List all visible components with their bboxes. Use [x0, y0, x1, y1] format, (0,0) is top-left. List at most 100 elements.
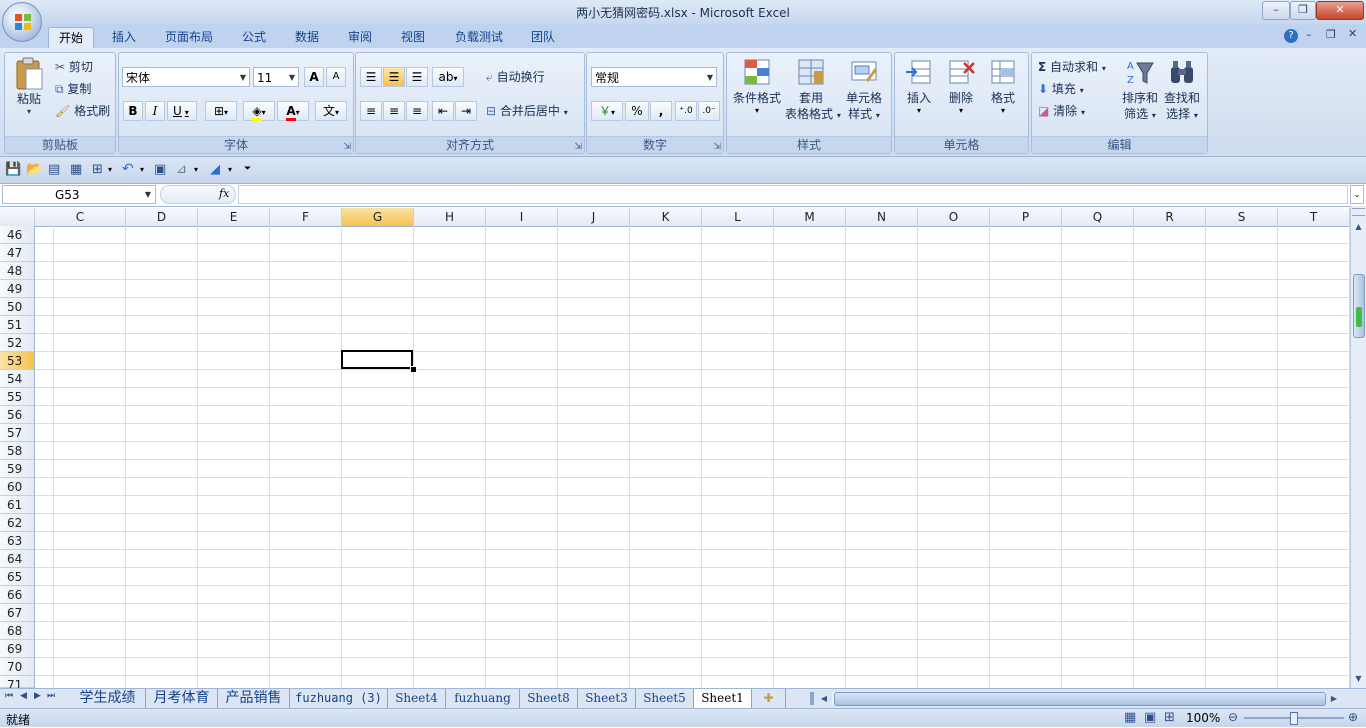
column-header[interactable]: E: [198, 208, 270, 226]
chevron-down-icon[interactable]: ▾: [228, 165, 232, 174]
font-name-combo[interactable]: 宋体 ▼: [122, 67, 250, 87]
column-header[interactable]: R: [1134, 208, 1206, 226]
column-header[interactable]: S: [1206, 208, 1278, 226]
workbook-close-icon[interactable]: ✕: [1348, 27, 1357, 40]
tab-view[interactable]: 视图: [392, 27, 434, 47]
first-sheet-icon[interactable]: ⏮: [5, 691, 13, 701]
row-header[interactable]: 55: [0, 388, 34, 406]
insert-function-button[interactable]: fx: [219, 187, 229, 200]
print-preview-icon[interactable]: ▤: [48, 162, 60, 177]
align-left-button[interactable]: ≡: [360, 101, 382, 121]
tab-load-test[interactable]: 负载测试: [448, 27, 510, 47]
accounting-format-button[interactable]: ￥▾: [591, 101, 623, 121]
sheet-tab[interactable]: Sheet5: [636, 689, 694, 708]
row-header[interactable]: 64: [0, 550, 34, 568]
chevron-down-icon[interactable]: ▾: [108, 165, 112, 174]
row-header[interactable]: 67: [0, 604, 34, 622]
column-header[interactable]: Q: [1062, 208, 1134, 226]
tab-insert[interactable]: 插入: [104, 27, 144, 47]
name-box[interactable]: G53 ▼: [2, 185, 156, 204]
zoom-level[interactable]: 100%: [1186, 711, 1220, 725]
row-header[interactable]: 52: [0, 334, 34, 352]
column-header-selected[interactable]: G: [342, 208, 414, 226]
row-header[interactable]: 56: [0, 406, 34, 424]
zoom-out-icon[interactable]: ⊖: [1228, 710, 1238, 724]
find-select-button[interactable]: 查找和 选择 ▾: [1162, 57, 1202, 124]
column-header[interactable]: C: [35, 208, 126, 226]
row-header[interactable]: 48: [0, 262, 34, 280]
sheet-tab[interactable]: Sheet3: [578, 689, 636, 708]
dialog-launcher-icon[interactable]: ⇲: [574, 142, 582, 152]
scroll-down-icon[interactable]: ▼: [1352, 672, 1365, 686]
save-icon[interactable]: 💾: [5, 162, 21, 177]
row-header[interactable]: 61: [0, 496, 34, 514]
sheet-tab-active[interactable]: Sheet1: [694, 689, 752, 708]
tab-home[interactable]: 开始: [48, 27, 94, 48]
fill-handle[interactable]: [410, 366, 417, 373]
row-header[interactable]: 49: [0, 280, 34, 298]
chevron-down-icon[interactable]: ▾: [140, 165, 144, 174]
sort-filter-button[interactable]: AZ 排序和 筛选 ▾: [1120, 57, 1160, 124]
zoom-in-icon[interactable]: ⊕: [1348, 710, 1358, 724]
row-header[interactable]: 69: [0, 640, 34, 658]
sheet-tab[interactable]: 学生成绩: [70, 689, 146, 708]
zoom-slider-thumb[interactable]: [1290, 712, 1298, 725]
row-header[interactable]: 46: [0, 226, 34, 244]
sheet-tab[interactable]: Sheet4: [388, 689, 446, 708]
borders-button[interactable]: ⊞▾: [205, 101, 237, 121]
form-icon[interactable]: ▣: [154, 162, 166, 177]
dialog-launcher-icon[interactable]: ⇲: [713, 142, 721, 152]
sheet-tab[interactable]: fuzhuang: [446, 689, 520, 708]
open-folder-icon[interactable]: 📂: [26, 162, 42, 177]
expand-formula-bar-icon[interactable]: ⌄: [1350, 185, 1364, 204]
undo-icon[interactable]: ↶: [122, 161, 134, 177]
format-as-table-button[interactable]: 套用 表格格式 ▾: [785, 57, 841, 124]
increase-indent-button[interactable]: ⇥: [455, 101, 477, 121]
row-header[interactable]: 54: [0, 370, 34, 388]
align-top-button[interactable]: ☰: [360, 67, 382, 87]
merge-center-button[interactable]: ⊟ 合并后居中 ▾: [486, 103, 568, 121]
column-header[interactable]: J: [558, 208, 630, 226]
tab-data[interactable]: 数据: [286, 27, 328, 47]
fill-button[interactable]: ⬇ 填充 ▾: [1038, 81, 1084, 99]
select-all-corner[interactable]: [0, 208, 35, 226]
decrease-decimal-button[interactable]: .0⁻: [698, 101, 720, 121]
row-header[interactable]: 68: [0, 622, 34, 640]
scroll-up-icon[interactable]: ▲: [1352, 220, 1365, 234]
scroll-right-icon[interactable]: ▶: [1328, 691, 1340, 706]
italic-button[interactable]: I: [145, 101, 165, 121]
font-color-button[interactable]: A▾: [277, 101, 309, 121]
chart-icon[interactable]: ⊿: [176, 162, 187, 177]
row-header[interactable]: 63: [0, 532, 34, 550]
close-button[interactable]: ✕: [1316, 1, 1364, 20]
prev-sheet-icon[interactable]: ◀: [20, 691, 27, 701]
align-center-button[interactable]: ≡: [383, 101, 405, 121]
column-header[interactable]: F: [270, 208, 342, 226]
horizontal-scroll-thumb[interactable]: [834, 692, 1326, 706]
underline-button[interactable]: U ▾: [167, 101, 197, 121]
formula-input[interactable]: [238, 185, 1348, 204]
restore-button[interactable]: ❐: [1290, 1, 1316, 20]
tab-page-layout[interactable]: 页面布局: [158, 27, 220, 47]
row-header[interactable]: 51: [0, 316, 34, 334]
scroll-thumb[interactable]: [1353, 274, 1365, 338]
office-button[interactable]: [2, 2, 42, 42]
decrease-indent-button[interactable]: ⇤: [432, 101, 454, 121]
paste-dropdown-icon[interactable]: ▾: [11, 107, 47, 116]
active-cell[interactable]: [341, 350, 413, 369]
format-painter-button[interactable]: 🖌 格式刷: [55, 103, 110, 119]
row-header[interactable]: 59: [0, 460, 34, 478]
ribbon-restore-icon[interactable]: ❐: [1326, 28, 1336, 41]
insert-sheet-button[interactable]: ✚: [752, 689, 786, 708]
cell-grid[interactable]: [35, 226, 1350, 688]
sheet-tab[interactable]: 月考体育: [146, 689, 218, 708]
sheet-tab[interactable]: Sheet8: [520, 689, 578, 708]
align-middle-button[interactable]: ☰: [383, 67, 405, 87]
column-header[interactable]: O: [918, 208, 990, 226]
last-sheet-icon[interactable]: ⏭: [47, 691, 55, 701]
autosum-button[interactable]: Σ 自动求和 ▾: [1038, 59, 1106, 77]
cell-styles-button[interactable]: 单元格 样式 ▾: [839, 57, 889, 124]
row-header[interactable]: 65: [0, 568, 34, 586]
row-header[interactable]: 57: [0, 424, 34, 442]
insert-cells-button[interactable]: 插入 ▾: [899, 57, 939, 115]
